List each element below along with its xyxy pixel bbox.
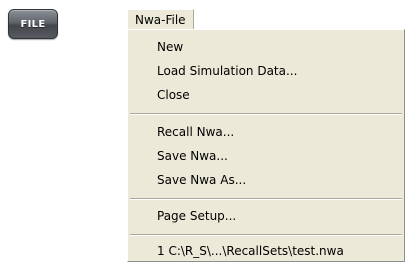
menu-separator <box>130 234 402 236</box>
menu-item-close[interactable]: Close <box>128 84 404 105</box>
file-hardkey-label: FILE <box>20 18 46 30</box>
menu-item-save-nwa[interactable]: Save Nwa... <box>128 145 404 166</box>
menu-separator <box>130 113 402 115</box>
menu-item-recall-nwa[interactable]: Recall Nwa... <box>128 121 404 142</box>
menu-item-load-simulation-data[interactable]: Load Simulation Data... <box>128 60 404 81</box>
menu-title-nwa-file[interactable]: Nwa-File <box>127 9 194 29</box>
nwa-file-dropdown-menu: New Load Simulation Data... Close Recall… <box>127 29 405 262</box>
screen: FILE Nwa-File New Load Simulation Data..… <box>0 0 405 262</box>
menu-item-new[interactable]: New <box>128 36 404 57</box>
menu-item-save-nwa-as[interactable]: Save Nwa As... <box>128 169 404 190</box>
menu-item-recent-file-1[interactable]: 1 C:\R_S\...\RecallSets\test.nwa <box>128 240 404 261</box>
file-hardkey-button[interactable]: FILE <box>8 9 58 39</box>
menu-item-page-setup[interactable]: Page Setup... <box>128 205 404 226</box>
menu-separator <box>130 198 402 200</box>
